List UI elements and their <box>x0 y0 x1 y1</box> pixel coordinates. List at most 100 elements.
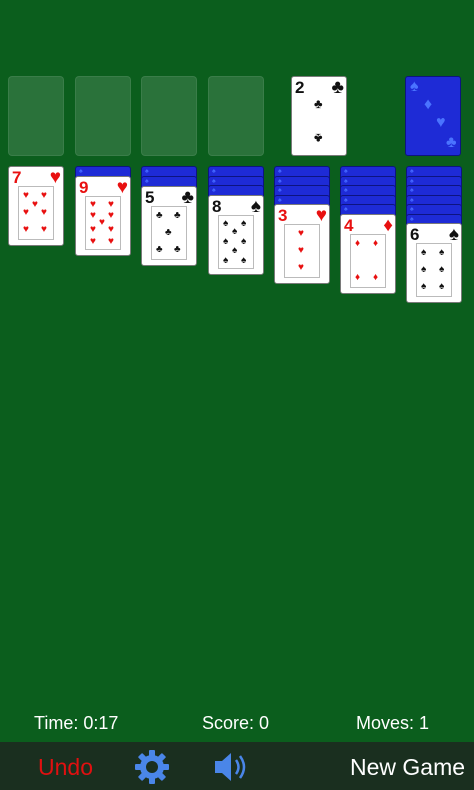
card-face: ♠ ♠ ♠ ♠ ♠ ♠ <box>416 243 452 297</box>
pip: ♠ <box>223 236 229 247</box>
speaker-icon[interactable] <box>212 750 252 784</box>
tableau-card-3[interactable]: 5 ♣ ♣ ♣ ♣ ♣ ♣ <box>141 186 197 266</box>
pip: ♠ <box>223 218 229 229</box>
card-back-pattern-icon: ♠ <box>278 196 282 204</box>
card-face: ♣ ♣ ♣ ♣ ♣ <box>151 206 187 260</box>
pip: ♥ <box>108 236 114 247</box>
pip: ♥ <box>32 199 38 210</box>
tableau-card-5[interactable]: 3 ♥ ♥ ♥ ♥ <box>274 204 330 284</box>
pip: ♣ <box>314 131 323 146</box>
new-game-button[interactable]: New Game <box>350 753 465 781</box>
card-back-pattern-icon: ♠ <box>410 215 414 223</box>
card-back-pattern-icon: ♠ <box>145 168 149 175</box>
pip: ♣ <box>174 210 181 221</box>
pip: ♠ <box>421 264 427 275</box>
card-back-pattern-icon: ♠ <box>79 168 83 175</box>
card-back-pattern-icon: ♠ <box>212 168 216 175</box>
card-face: ♥ ♥ ♥ <box>284 224 320 278</box>
pip: ♥ <box>90 199 96 210</box>
card-face: ♦ ♦ ♦ ♦ <box>350 234 386 288</box>
pip: ♥ <box>90 210 96 221</box>
undo-button[interactable]: Undo <box>38 753 93 781</box>
tableau-card-7[interactable]: 6 ♠ ♠ ♠ ♠ ♠ ♠ ♠ <box>406 223 462 303</box>
tableau-card-4[interactable]: 8 ♠ ♠ ♠ ♠ ♠ ♠ ♠ ♠ ♠ <box>208 195 264 275</box>
foundation-slot-1[interactable] <box>8 76 64 156</box>
tableau-card-1[interactable]: 7 ♥ ♥ ♥ ♥ ♥ ♥ ♥ ♥ <box>8 166 64 246</box>
foundation-slot-4[interactable] <box>208 76 264 156</box>
pip: ♥ <box>90 236 96 247</box>
card-suit: ♥ <box>116 177 128 198</box>
pip: ♠ <box>232 226 238 237</box>
pip: ♣ <box>156 210 163 221</box>
card-suit: ♠ <box>250 196 261 217</box>
tableau-card-6[interactable]: 4 ♦ ♦ ♦ ♦ ♦ <box>340 214 396 294</box>
foundation-slot-3[interactable] <box>141 76 197 156</box>
pip: ♥ <box>41 224 47 235</box>
pip: ♠ <box>439 247 445 258</box>
card-back-pattern-icon: ♠ <box>344 168 348 175</box>
card-back-pattern-icon: ♠ <box>278 187 282 194</box>
pip: ♦ <box>355 238 361 249</box>
waste-card[interactable]: 2 ♣ ♣ ♣ <box>291 76 347 156</box>
tableau-card-2[interactable]: 9 ♥ ♥ ♥ ♥ ♥ ♥ ♥ ♥ ♥ ♥ <box>75 176 131 256</box>
pip: ♠ <box>232 245 238 256</box>
foundation-slot-2[interactable] <box>75 76 131 156</box>
card-face: ♥ ♥ ♥ ♥ ♥ ♥ ♥ ♥ ♥ <box>85 196 121 250</box>
card-back-pattern-icon: ♠ <box>410 177 414 185</box>
pip: ♥ <box>108 224 114 235</box>
pip: ♦ <box>373 238 379 249</box>
card-back-pattern-icon: ♠ <box>410 196 414 204</box>
card-back-pattern-icon: ♠ <box>278 168 282 175</box>
moves-display: Moves: 1 <box>356 713 430 733</box>
pip: ♣ <box>314 96 323 111</box>
card-rank: 9 <box>79 178 89 197</box>
card-rank: 6 <box>410 225 420 244</box>
pip: ♠ <box>421 281 427 292</box>
pip: ♥ <box>41 207 47 218</box>
card-rank: 4 <box>344 216 354 235</box>
card-back-pattern-icon: ♠ <box>145 177 149 185</box>
pip: ♥ <box>23 224 29 235</box>
card-back-pattern-icon: ♠ <box>410 187 414 194</box>
card-suit: ♦ <box>383 215 393 236</box>
card-suit: ♥ <box>315 205 327 226</box>
card-rank: 8 <box>212 197 222 216</box>
card-back-pattern-icon: ♠ <box>344 177 348 185</box>
pip: ♥ <box>298 245 304 256</box>
card-back-pattern-icon: ♠ <box>410 78 419 95</box>
pip: ♠ <box>241 236 247 247</box>
card-suit: ♠ <box>448 224 459 245</box>
pip: ♥ <box>90 224 96 235</box>
card-suit: ♥ <box>49 167 61 188</box>
card-back-pattern-icon: ♠ <box>410 206 414 213</box>
waste-card-suit: ♣ <box>331 77 344 98</box>
card-suit: ♣ <box>181 187 194 208</box>
card-back-pattern-icon: ♠ <box>344 206 348 213</box>
pip: ♥ <box>298 262 304 273</box>
pip: ♠ <box>421 247 427 258</box>
card-back-pattern-icon: ♠ <box>410 168 414 175</box>
gear-icon[interactable] <box>134 749 170 785</box>
pip: ♣ <box>165 227 172 238</box>
time-display: Time: 0:17 <box>34 713 119 733</box>
pip: ♠ <box>439 264 445 275</box>
pip: ♥ <box>23 190 29 201</box>
card-back-pattern-icon: ♥ <box>436 114 446 131</box>
stock-pile[interactable]: ♠ ♦ ♥ ♣ <box>405 76 461 156</box>
card-face: ♥ ♥ ♥ ♥ ♥ ♥ ♥ <box>18 186 54 240</box>
pip: ♦ <box>355 272 361 283</box>
card-back-pattern-icon: ♠ <box>278 177 282 185</box>
pip: ♠ <box>439 281 445 292</box>
card-rank: 5 <box>145 188 155 207</box>
pip: ♥ <box>298 228 304 239</box>
pip: ♥ <box>41 190 47 201</box>
pip: ♥ <box>108 210 114 221</box>
toolbar: Undo New Game <box>0 742 474 790</box>
card-face: ♠ ♠ ♠ ♠ ♠ ♠ ♠ ♠ <box>218 215 254 269</box>
card-back-pattern-icon: ♠ <box>212 177 216 185</box>
pip: ♠ <box>241 255 247 266</box>
pip: ♠ <box>223 255 229 266</box>
pip: ♥ <box>108 199 114 210</box>
score-display: Score: 0 <box>202 713 270 733</box>
card-back-pattern-icon: ♠ <box>344 196 348 204</box>
